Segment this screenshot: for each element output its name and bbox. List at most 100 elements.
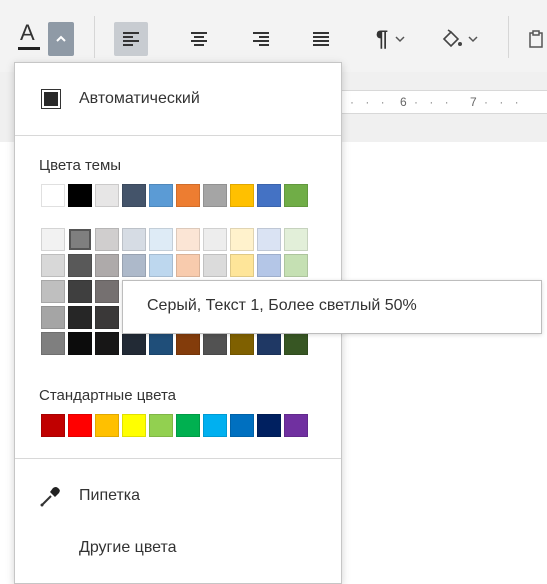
theme-shade-swatch[interactable] <box>122 332 146 355</box>
theme-color-swatch[interactable] <box>230 184 254 207</box>
theme-colors-heading: Цвета темы <box>39 157 122 174</box>
standard-color-swatch[interactable] <box>122 414 146 437</box>
standard-color-swatch[interactable] <box>257 414 281 437</box>
theme-shade-swatch[interactable] <box>41 280 65 303</box>
theme-shade-swatch[interactable] <box>284 228 308 251</box>
theme-shade-swatch[interactable] <box>68 306 92 329</box>
theme-color-swatch[interactable] <box>149 184 173 207</box>
clipboard-icon <box>528 30 543 48</box>
theme-shade-swatch[interactable] <box>149 254 173 277</box>
theme-shade-swatch[interactable] <box>122 228 146 251</box>
align-right-icon <box>253 32 269 46</box>
standard-color-swatch[interactable] <box>95 414 119 437</box>
theme-shade-swatch[interactable] <box>68 332 92 355</box>
theme-shade-swatch[interactable] <box>68 228 92 251</box>
theme-shade-swatch[interactable] <box>41 306 65 329</box>
standard-colors-heading: Стандартные цвета <box>39 387 176 404</box>
theme-colors-grid <box>41 184 308 207</box>
theme-shade-swatch[interactable] <box>203 228 227 251</box>
chevron-up-icon <box>56 35 66 42</box>
standard-color-swatch[interactable] <box>41 414 65 437</box>
ruler-mark: 6 <box>400 95 407 109</box>
theme-shade-swatch[interactable] <box>95 332 119 355</box>
tooltip-text: Серый, Текст 1, Более светлый 50% <box>147 297 417 314</box>
theme-shade-swatch[interactable] <box>41 228 65 251</box>
theme-shade-swatch[interactable] <box>230 228 254 251</box>
theme-shade-swatch[interactable] <box>149 228 173 251</box>
theme-shade-swatch[interactable] <box>230 254 254 277</box>
clipboard-button[interactable] <box>522 22 547 56</box>
font-color-button[interactable]: A <box>14 22 44 56</box>
theme-color-swatch[interactable] <box>122 184 146 207</box>
eyedropper-label: Пипетка <box>79 487 141 504</box>
theme-shade-swatch[interactable] <box>122 254 146 277</box>
ruler-ticks: · · · <box>414 95 453 109</box>
theme-color-swatch[interactable] <box>41 184 65 207</box>
eyedropper-icon <box>40 487 60 507</box>
ruler-mark: 7 <box>470 95 477 109</box>
theme-shade-swatch[interactable] <box>68 280 92 303</box>
menu-divider <box>15 135 341 136</box>
standard-color-swatch[interactable] <box>284 414 308 437</box>
theme-shade-swatch[interactable] <box>203 254 227 277</box>
align-left-icon <box>123 32 139 46</box>
shading-button[interactable] <box>430 22 488 56</box>
standard-color-swatch[interactable] <box>203 414 227 437</box>
font-color-dropdown-arrow[interactable] <box>48 22 74 56</box>
theme-shade-swatch[interactable] <box>176 228 200 251</box>
theme-shade-swatch[interactable] <box>257 254 281 277</box>
toolbar-separator <box>508 16 509 58</box>
ruler-ticks: · · · <box>350 95 389 109</box>
chevron-down-icon <box>395 36 405 43</box>
menu-divider <box>15 458 341 459</box>
theme-shade-swatch[interactable] <box>95 280 119 303</box>
theme-color-swatch[interactable] <box>257 184 281 207</box>
standard-color-swatch[interactable] <box>230 414 254 437</box>
standard-color-swatch[interactable] <box>68 414 92 437</box>
automatic-color-option[interactable]: Автоматический <box>15 63 341 135</box>
theme-shade-swatch[interactable] <box>284 332 308 355</box>
standard-color-swatch[interactable] <box>149 414 173 437</box>
paragraph-icon: ¶ <box>375 26 389 51</box>
chevron-down-icon <box>468 36 478 43</box>
theme-color-swatch[interactable] <box>176 184 200 207</box>
theme-color-swatch[interactable] <box>68 184 92 207</box>
theme-shade-swatch[interactable] <box>41 254 65 277</box>
color-tooltip: Серый, Текст 1, Более светлый 50% <box>122 280 542 334</box>
theme-shade-swatch[interactable] <box>176 332 200 355</box>
theme-shade-swatch[interactable] <box>284 254 308 277</box>
more-colors-option[interactable]: Другие цвета <box>15 525 341 573</box>
theme-shade-swatch[interactable] <box>176 254 200 277</box>
align-center-button[interactable] <box>182 22 216 56</box>
theme-color-swatch[interactable] <box>203 184 227 207</box>
align-right-button[interactable] <box>244 22 278 56</box>
align-justify-button[interactable] <box>304 22 338 56</box>
standard-colors-grid <box>41 414 308 437</box>
theme-shade-swatch[interactable] <box>68 254 92 277</box>
more-colors-label: Другие цвета <box>79 539 177 556</box>
align-center-icon <box>191 32 207 46</box>
theme-color-swatch[interactable] <box>95 184 119 207</box>
automatic-color-label: Автоматический <box>79 90 200 107</box>
theme-color-swatch[interactable] <box>284 184 308 207</box>
align-justify-icon <box>313 32 329 46</box>
automatic-color-swatch <box>41 89 61 109</box>
theme-shade-swatch[interactable] <box>257 332 281 355</box>
ruler-ticks: · · · <box>484 95 523 109</box>
paint-bucket-icon <box>442 29 462 48</box>
standard-color-swatch[interactable] <box>176 414 200 437</box>
theme-shade-swatch[interactable] <box>257 228 281 251</box>
theme-shade-swatch[interactable] <box>230 332 254 355</box>
eyedropper-option[interactable]: Пипетка <box>15 473 341 521</box>
theme-shade-swatch[interactable] <box>149 332 173 355</box>
theme-shade-swatch[interactable] <box>203 332 227 355</box>
align-left-button[interactable] <box>114 22 148 56</box>
toolbar-separator <box>94 16 95 58</box>
paragraph-marks-button[interactable]: ¶ <box>366 22 416 56</box>
theme-shade-swatch[interactable] <box>41 332 65 355</box>
theme-shade-swatch[interactable] <box>95 228 119 251</box>
font-color-bar <box>18 47 40 50</box>
theme-shade-swatch[interactable] <box>95 254 119 277</box>
font-color-icon: A <box>20 20 35 45</box>
theme-shade-swatch[interactable] <box>95 306 119 329</box>
